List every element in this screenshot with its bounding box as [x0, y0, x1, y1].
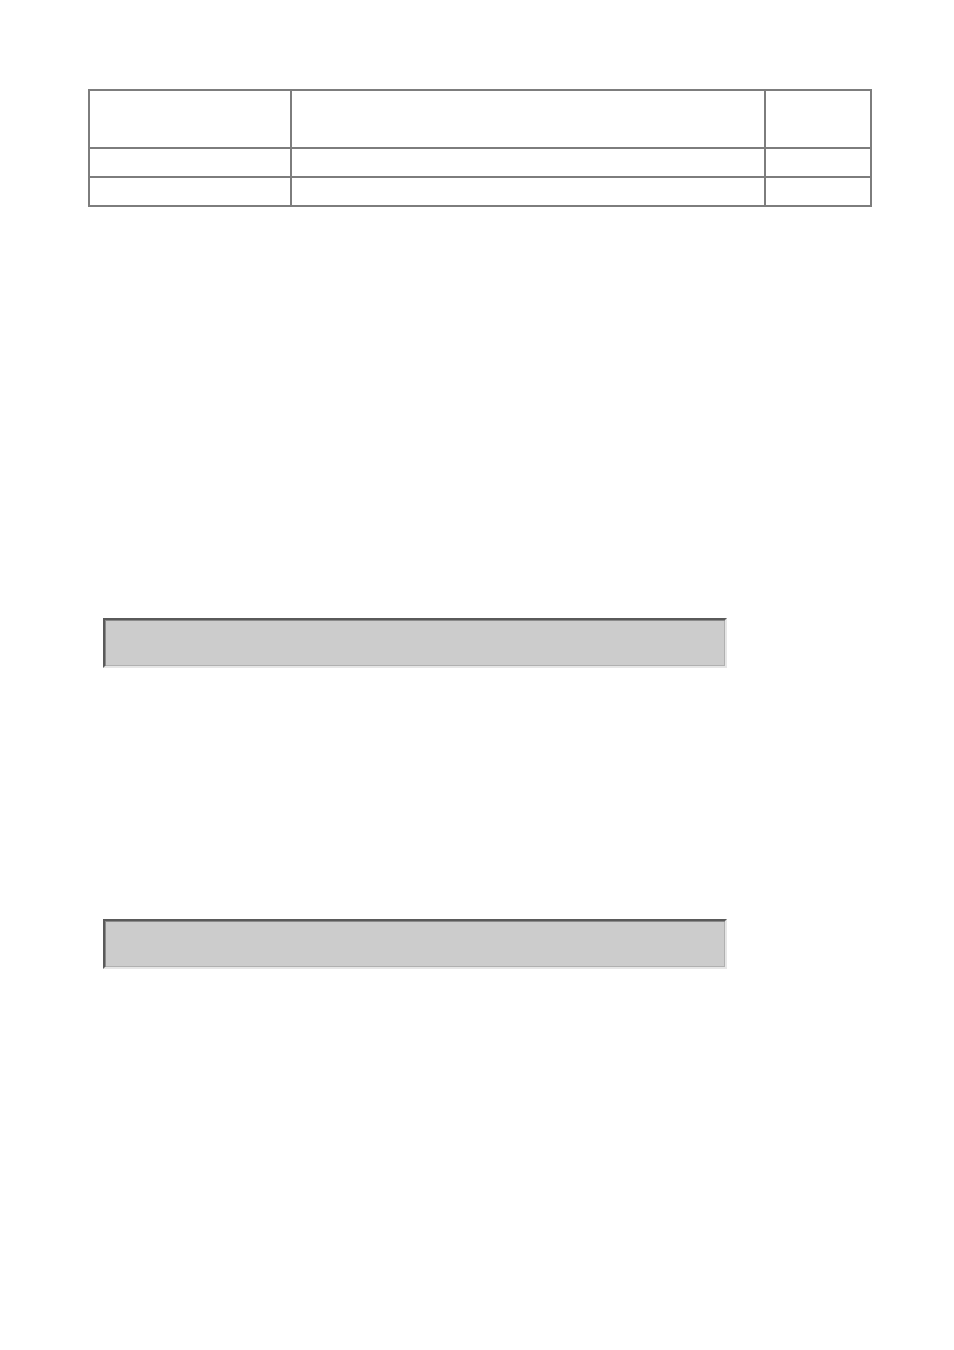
table-cell [89, 148, 291, 177]
code-block [103, 618, 727, 668]
table-cell [765, 177, 871, 206]
table-header-row [89, 90, 871, 148]
table-cell [765, 148, 871, 177]
page [0, 0, 954, 1350]
table-cell [291, 177, 765, 206]
table-cell [89, 177, 291, 206]
table-cell [291, 148, 765, 177]
table-row [89, 148, 871, 177]
table-row [89, 177, 871, 206]
table-header-cell [765, 90, 871, 148]
code-block [103, 919, 727, 969]
table-header-cell [89, 90, 291, 148]
data-table [88, 89, 872, 207]
table-header-cell [291, 90, 765, 148]
